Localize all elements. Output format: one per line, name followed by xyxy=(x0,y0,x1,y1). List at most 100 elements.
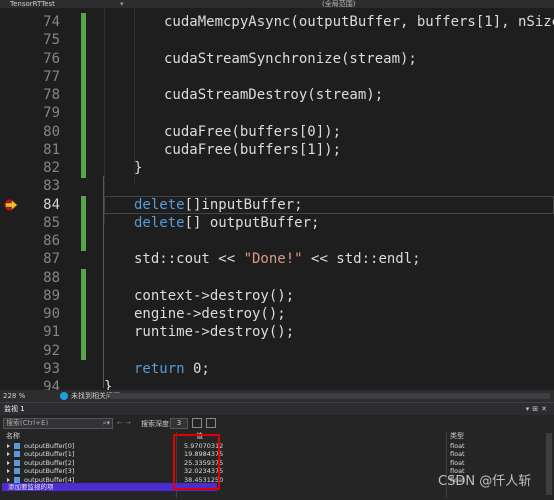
watermark: CSDN @仟人斩 xyxy=(438,474,532,489)
close-icon[interactable]: ✕ xyxy=(541,405,550,413)
code-line[interactable]: } xyxy=(134,159,142,177)
watch-type: float xyxy=(450,458,465,467)
indent-guide xyxy=(104,183,105,223)
code-line[interactable]: cudaMemcpyAsync(outputBuffer, buffers[1]… xyxy=(164,13,554,31)
line-number: 77 xyxy=(43,68,60,85)
code-line[interactable]: } xyxy=(104,378,112,390)
change-indicator xyxy=(81,31,86,50)
variable-icon xyxy=(14,451,20,458)
expand-arrow-icon[interactable] xyxy=(7,460,10,465)
change-indicator xyxy=(81,213,86,233)
pin-icon[interactable]: ⊞ xyxy=(532,405,541,413)
change-indicator xyxy=(81,86,86,105)
breakpoint-arrow-icon[interactable] xyxy=(4,199,19,211)
watch-panel-title-bar: 监视 1 ▾⊞✕ xyxy=(0,403,554,415)
code-line[interactable]: cudaFree(buffers[0]); xyxy=(164,123,341,141)
watch-name[interactable]: outputBuffer[2] xyxy=(24,459,74,467)
watch-type: float xyxy=(450,442,465,450)
change-indicator xyxy=(81,140,86,160)
code-line[interactable]: delete[] outputBuffer; xyxy=(134,214,319,232)
code-editor[interactable]: 74 cudaMemcpyAsync(outputBuffer, buffers[… xyxy=(0,8,554,390)
watch-name[interactable]: outputBuffer[1] xyxy=(24,450,74,458)
watch-column-header: 名称 值 类型 xyxy=(0,432,554,441)
navigation-bar: TensorRTTest ▾ (全局范围) xyxy=(0,0,554,8)
expand-arrow-icon[interactable] xyxy=(7,477,10,482)
line-number: 89 xyxy=(43,287,60,304)
line-number: 93 xyxy=(43,360,60,377)
current-line-highlight xyxy=(104,195,554,214)
indent-guide xyxy=(104,8,105,183)
line-number: 88 xyxy=(43,269,60,286)
chevron-down-icon[interactable]: ▾ xyxy=(120,0,124,8)
code-line[interactable]: return 0; xyxy=(134,360,210,378)
code-line[interactable]: cudaStreamSynchronize(stream); xyxy=(164,50,417,68)
change-indicator xyxy=(81,104,86,123)
code-line[interactable]: cudaFree(buffers[1]); xyxy=(164,141,341,159)
expand-arrow-icon[interactable] xyxy=(7,444,10,448)
code-line[interactable]: std::cout << "Done!" << std::endl; xyxy=(134,250,421,268)
change-indicator xyxy=(81,232,86,251)
project-dropdown[interactable]: TensorRTTest xyxy=(10,0,55,8)
line-number: 82 xyxy=(43,160,60,176)
column-type-header[interactable]: 类型 xyxy=(450,432,464,441)
code-line[interactable]: runtime->destroy(); xyxy=(134,323,294,341)
change-indicator xyxy=(81,122,86,142)
pin-watch-icon[interactable] xyxy=(192,418,202,428)
horizontal-scrollbar[interactable] xyxy=(110,393,550,399)
scope-line xyxy=(103,176,104,388)
variable-icon xyxy=(14,459,20,466)
expand-arrow-icon[interactable] xyxy=(7,452,10,457)
watch-row[interactable]: outputBuffer[1] 19.8984375 float xyxy=(0,450,554,458)
change-indicator xyxy=(81,323,86,342)
search-input[interactable]: 搜索(Ctrl+E) ⌕▾ xyxy=(3,418,113,429)
line-number: 87 xyxy=(43,251,60,268)
scope-dropdown[interactable]: (全局范围) xyxy=(322,0,355,8)
watch-type: float xyxy=(450,450,465,459)
change-indicator xyxy=(81,67,86,87)
line-number: 86 xyxy=(43,233,60,249)
line-number: 92 xyxy=(43,342,60,359)
line-number: 80 xyxy=(43,123,60,140)
change-indicator xyxy=(81,159,86,178)
code-line[interactable]: cudaStreamDestroy(stream); xyxy=(164,86,383,104)
code-line[interactable]: engine->destroy(); xyxy=(134,305,286,323)
vertical-scrollbar[interactable] xyxy=(546,433,552,495)
expand-arrow-icon[interactable] xyxy=(7,469,10,474)
indent-guide xyxy=(134,8,135,183)
line-number: 74 xyxy=(43,14,60,30)
line-number: 78 xyxy=(43,87,60,103)
watch-row[interactable]: outputBuffer[2] 25.3359375 float xyxy=(0,459,554,467)
search-icon[interactable]: ⌕▾ xyxy=(103,419,110,428)
ide-window: TensorRTTest ▾ (全局范围) 74 cudaMemcpyAsync(… xyxy=(0,0,554,500)
change-indicator xyxy=(81,341,86,361)
line-number: 94 xyxy=(43,379,60,390)
search-nav-arrows[interactable]: ← → xyxy=(117,419,131,427)
line-number: 75 xyxy=(43,32,60,49)
change-indicator xyxy=(81,195,86,215)
line-number: 91 xyxy=(43,324,60,341)
watch-name[interactable]: outputBuffer[3] xyxy=(24,467,74,475)
view-options-icon[interactable] xyxy=(206,418,216,428)
variable-icon xyxy=(14,443,20,449)
watch-panel-title: 监视 1 xyxy=(4,405,25,413)
line-number: 85 xyxy=(43,214,60,231)
search-depth-label: 搜索深度: xyxy=(141,420,172,428)
column-name-header[interactable]: 名称 xyxy=(6,432,20,441)
line-number: 84 xyxy=(43,196,60,213)
no-issues-icon xyxy=(60,392,68,400)
variable-icon xyxy=(14,476,20,483)
zoom-level[interactable]: 228 % xyxy=(3,390,25,402)
line-number: 83 xyxy=(43,178,60,195)
code-line[interactable]: context->destroy(); xyxy=(134,287,294,305)
search-placeholder: 搜索(Ctrl+E) xyxy=(6,419,49,427)
variable-icon xyxy=(14,468,20,475)
change-indicator xyxy=(81,49,86,69)
line-number: 90 xyxy=(43,306,60,322)
search-depth-select[interactable]: 3 xyxy=(170,418,188,429)
panel-controls: ▾⊞✕ xyxy=(526,403,550,415)
watch-row[interactable]: outputBuffer[0] 5.97070312 float xyxy=(0,442,554,450)
line-number: 76 xyxy=(43,50,60,67)
change-indicator xyxy=(81,305,86,324)
watch-name[interactable]: outputBuffer[0] xyxy=(24,442,74,450)
change-indicator xyxy=(81,286,86,306)
